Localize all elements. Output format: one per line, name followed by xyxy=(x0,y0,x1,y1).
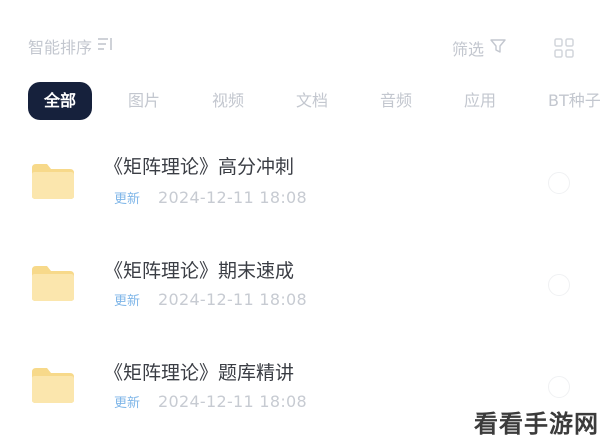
file-name: 《矩阵理论》高分冲刺 xyxy=(104,156,295,178)
tab-audio[interactable]: 音频 xyxy=(380,82,412,120)
watermark: 看看手游网 xyxy=(474,410,599,438)
file-meta: 更新 2024-12-11 18:08 xyxy=(114,188,307,207)
filter-button[interactable]: 筛选 xyxy=(452,36,506,60)
folder-icon xyxy=(30,264,76,302)
file-meta: 更新 2024-12-11 18:08 xyxy=(114,290,307,309)
tab-images[interactable]: 图片 xyxy=(128,82,160,120)
tab-documents[interactable]: 文档 xyxy=(296,82,328,120)
tab-bt-torrents[interactable]: BT种子 xyxy=(548,82,600,120)
update-badge: 更新 xyxy=(114,192,141,207)
file-row[interactable]: 《矩阵理论》期末速成 更新 2024-12-11 18:08 xyxy=(0,248,600,338)
select-circle[interactable] xyxy=(548,172,570,194)
file-date: 2024-12-11 18:08 xyxy=(158,188,307,207)
file-meta: 更新 2024-12-11 18:08 xyxy=(114,392,307,411)
sort-label: 智能排序 xyxy=(28,38,93,57)
file-name: 《矩阵理论》题库精讲 xyxy=(104,362,295,384)
toolbar: 智能排序 筛选 xyxy=(0,0,600,80)
file-name: 《矩阵理论》期末速成 xyxy=(104,260,295,282)
category-tabs: 全部 图片 视频 文档 音频 应用 BT种子 xyxy=(0,82,600,122)
folder-icon xyxy=(30,162,76,200)
tab-videos[interactable]: 视频 xyxy=(212,82,244,120)
filter-label: 筛选 xyxy=(452,40,485,59)
folder-icon xyxy=(30,366,76,404)
select-circle[interactable] xyxy=(548,274,570,296)
tab-all[interactable]: 全部 xyxy=(28,82,93,120)
funnel-icon xyxy=(490,38,506,58)
update-badge: 更新 xyxy=(114,294,141,309)
grid-view-icon[interactable] xyxy=(554,38,574,58)
file-date: 2024-12-11 18:08 xyxy=(158,392,307,411)
tab-apps[interactable]: 应用 xyxy=(464,82,496,120)
sort-control[interactable]: 智能排序 xyxy=(28,34,114,58)
file-date: 2024-12-11 18:08 xyxy=(158,290,307,309)
file-row[interactable]: 《矩阵理论》高分冲刺 更新 2024-12-11 18:08 xyxy=(0,146,600,236)
select-circle[interactable] xyxy=(548,376,570,398)
file-browser: 智能排序 筛选 全部 图片 视频 文档 音频 应用 BT种子 《矩阵理论》高分冲… xyxy=(0,0,600,440)
sort-icon xyxy=(96,36,114,56)
update-badge: 更新 xyxy=(114,396,141,411)
